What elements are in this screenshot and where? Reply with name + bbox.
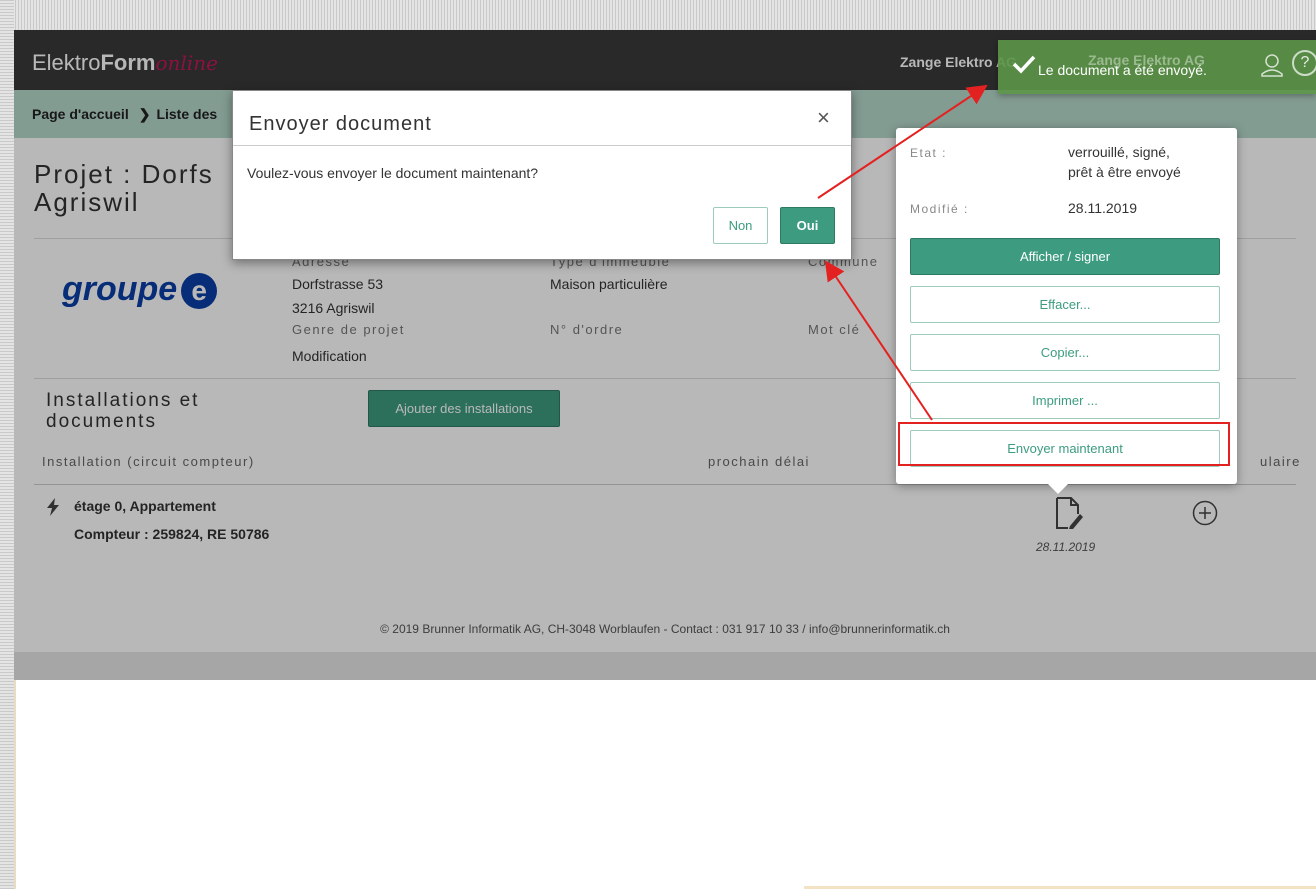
- check-icon: [1012, 54, 1036, 77]
- annotation-highlight-box: [898, 422, 1230, 466]
- view-sign-button[interactable]: Afficher / signer: [910, 238, 1220, 275]
- popover-arrow: [1048, 484, 1068, 494]
- app-page: ElektroFormonline Zange Elektro AG Page …: [14, 30, 1316, 889]
- panel-value-etat-line1: verrouillé, signé,: [1068, 144, 1170, 160]
- dialog-divider: [233, 145, 851, 146]
- copy-button[interactable]: Copier...: [910, 334, 1220, 371]
- no-button[interactable]: Non: [713, 207, 768, 244]
- screenshot-border-left: [0, 0, 14, 889]
- panel-label-etat: Etat :: [910, 146, 948, 160]
- dialog-message: Voulez-vous envoyer le document maintena…: [247, 165, 539, 181]
- panel-label-modifie: Modifié :: [910, 202, 969, 216]
- screenshot-border-top: [0, 0, 1316, 30]
- delete-button[interactable]: Effacer...: [910, 286, 1220, 323]
- print-button[interactable]: Imprimer ...: [910, 382, 1220, 419]
- help-icon[interactable]: ?: [1292, 50, 1316, 76]
- send-document-dialog: Envoyer document × Voulez-vous envoyer l…: [232, 90, 852, 260]
- panel-value-etat-line2: prêt à être envoyé: [1068, 164, 1181, 180]
- success-toast: Zange Elektro AG Le document a été envoy…: [998, 40, 1316, 94]
- panel-value-etat: verrouillé, signé, prêt à être envoyé: [1068, 142, 1181, 182]
- dialog-title: Envoyer document: [249, 113, 432, 135]
- panel-value-modifie: 28.11.2019: [1068, 200, 1138, 216]
- user-icon[interactable]: [1260, 53, 1284, 80]
- close-icon[interactable]: ×: [817, 105, 830, 131]
- page-edge-line: [14, 680, 16, 889]
- yes-button[interactable]: Oui: [780, 207, 835, 244]
- toast-message: Le document a été envoyé.: [1038, 62, 1207, 78]
